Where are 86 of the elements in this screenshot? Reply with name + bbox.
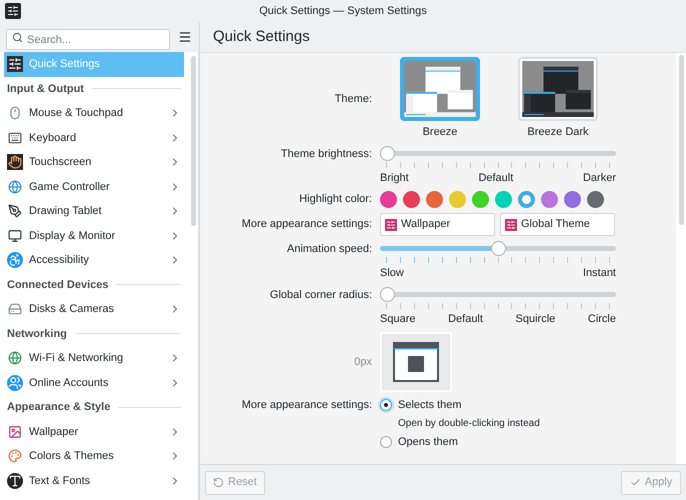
pen-icon (7, 203, 23, 220)
search-field[interactable]: Search... (6, 29, 170, 50)
sidebar-item[interactable]: Wi-Fi & Networking (4, 346, 184, 370)
field-label: Theme brightness: (280, 146, 372, 162)
color-swatch[interactable] (426, 191, 443, 208)
sliders-icon (385, 218, 397, 230)
drive-icon (7, 301, 23, 318)
page-title: Quick Settings (213, 26, 310, 47)
slider-track[interactable] (380, 286, 616, 302)
globe-icon (7, 178, 23, 195)
radio-label: Selects them (398, 398, 462, 413)
slider-handle[interactable] (490, 241, 506, 256)
scale-label: Square (380, 312, 416, 326)
theme-name: Breeze (422, 125, 458, 140)
monitor-icon (7, 228, 23, 244)
slider-track[interactable] (380, 146, 616, 160)
radio-hint: Open by double-clicking instead (397, 416, 540, 430)
sidebar-item[interactable]: Text & Fonts (4, 468, 184, 493)
sidebar-item[interactable]: Keyboard (4, 126, 184, 150)
color-swatch[interactable] (587, 191, 604, 208)
section-header: Input & Output (7, 82, 84, 96)
radio-button[interactable] (380, 399, 392, 412)
sidebar-item[interactable]: Touchscreen (4, 150, 184, 174)
scale-label: Squircle (516, 312, 556, 326)
color-swatch[interactable] (564, 191, 581, 208)
globe-icon (7, 350, 23, 366)
menu-icon[interactable] (178, 30, 192, 44)
type-icon (7, 472, 23, 489)
theme-preview-drawing (522, 61, 594, 117)
field-label: More appearance settings: (242, 398, 372, 413)
radio-label: Opens them (398, 434, 458, 450)
scrollbar-thumb[interactable] (678, 55, 684, 225)
section-header: Networking (7, 326, 67, 342)
slider-handle[interactable] (380, 286, 395, 302)
settings-button[interactable]: Wallpaper (380, 213, 495, 236)
color-swatch[interactable] (518, 191, 535, 208)
section-header: Connected Devices (7, 278, 108, 292)
slider-handle[interactable] (380, 146, 395, 160)
search-icon (12, 32, 23, 42)
sidebar-item[interactable]: Online Accounts (4, 370, 184, 395)
window-preview-drawing (393, 342, 439, 382)
sidebar-item[interactable]: Display & Monitor (4, 224, 184, 248)
scale-label: Default (478, 170, 514, 186)
scale-label: Circle (588, 312, 616, 326)
sidebar-item[interactable]: Wallpaper (4, 420, 184, 444)
undo-icon (213, 477, 224, 488)
scale-label: Instant (582, 266, 616, 281)
sidebar-item[interactable]: Game Controller (4, 174, 184, 199)
settings-button[interactable]: Global Theme (500, 213, 615, 236)
people-icon (7, 374, 23, 391)
color-swatch[interactable] (380, 191, 397, 208)
field-label: Global corner radius: (270, 288, 372, 302)
sliders-icon (505, 218, 517, 230)
scrollbar-thumb[interactable] (190, 56, 196, 226)
scale-label: Bright (380, 170, 409, 186)
sidebar-item[interactable]: Colors & Themes (4, 444, 184, 468)
field-label: Highlight color: (299, 192, 372, 208)
scale-label: Darker (582, 170, 616, 186)
color-swatch[interactable] (449, 191, 466, 208)
palette-icon (7, 448, 23, 464)
field-label: Animation speed: (287, 242, 372, 257)
color-swatch[interactable] (541, 191, 558, 208)
color-swatch[interactable] (403, 191, 420, 208)
section-header: Appearance & Style (7, 400, 110, 415)
window-title: Quick Settings — System Settings (259, 4, 427, 19)
accessibility-icon (7, 252, 23, 268)
field-label: 0px (354, 354, 372, 370)
sidebar-item[interactable]: Mouse & Touchpad (4, 101, 184, 126)
scale-label: Slow (380, 266, 404, 281)
sliders-icon (7, 56, 23, 72)
color-swatch[interactable] (472, 191, 489, 208)
hand-icon (7, 154, 23, 170)
theme-preview-drawing (404, 61, 476, 117)
slider-track[interactable] (380, 241, 616, 256)
sidebar-item[interactable]: Drawing Tablet (4, 199, 184, 224)
color-swatch[interactable] (495, 191, 512, 208)
sidebar-item[interactable]: Disks & Cameras (4, 297, 184, 322)
radio-button[interactable] (380, 436, 392, 448)
field-label: Theme: (334, 92, 372, 106)
sidebar-item[interactable]: Accessibility (4, 248, 184, 272)
app-icon (5, 3, 21, 19)
theme-name: Breeze Dark (527, 125, 589, 140)
scale-label: Default (448, 312, 483, 326)
image-icon (7, 424, 23, 440)
field-label: More appearance settings: (242, 217, 372, 232)
check-icon (630, 477, 641, 488)
